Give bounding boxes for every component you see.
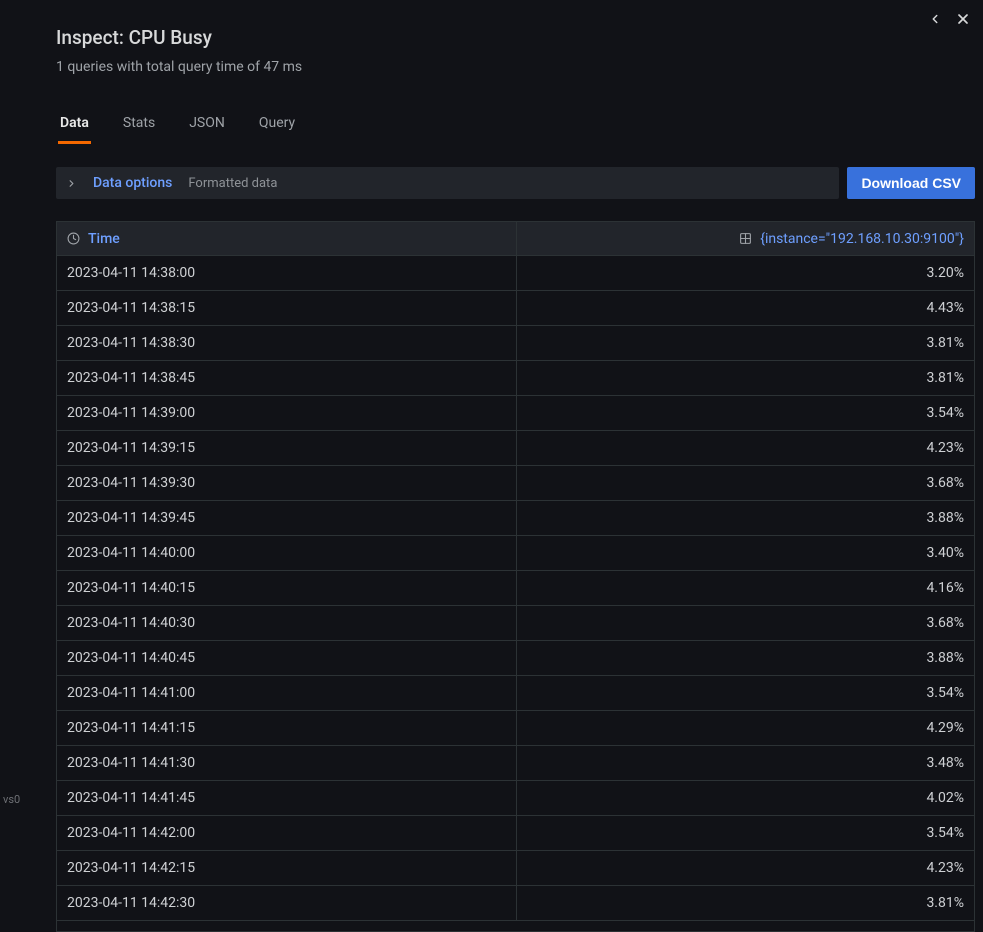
tab-data[interactable]: Data (58, 109, 91, 144)
cell-value: 3.40% (517, 545, 974, 561)
data-options-hint: Formatted data (188, 176, 277, 191)
inspect-drawer: Inspect: CPU Busy 1 queries with total q… (32, 0, 983, 932)
table-body[interactable]: 2023-04-11 14:38:003.20%2023-04-11 14:38… (57, 256, 974, 931)
cell-value: 4.23% (517, 860, 974, 876)
table-row: 2023-04-11 14:39:154.23% (57, 431, 974, 466)
table-row: 2023-04-11 14:38:003.20% (57, 256, 974, 291)
cell-time: 2023-04-11 14:38:00 (57, 256, 517, 290)
table-row: 2023-04-11 14:42:154.23% (57, 851, 974, 886)
cell-value: 3.81% (517, 370, 974, 386)
download-csv-button[interactable]: Download CSV (847, 167, 975, 199)
cell-time: 2023-04-11 14:38:15 (57, 291, 517, 325)
drawer-close-button[interactable] (951, 8, 975, 32)
table-row: 2023-04-11 14:41:303.48% (57, 746, 974, 781)
cell-value: 4.23% (517, 440, 974, 456)
cell-value: 4.02% (517, 790, 974, 806)
tab-query[interactable]: Query (257, 109, 297, 144)
cell-time: 2023-04-11 14:40:30 (57, 606, 517, 640)
drawer-title: Inspect: CPU Busy (56, 26, 302, 49)
table-row: 2023-04-11 14:40:303.68% (57, 606, 974, 641)
cell-time: 2023-04-11 14:42:30 (57, 886, 517, 920)
cell-time: 2023-04-11 14:38:45 (57, 361, 517, 395)
cell-value: 4.43% (517, 300, 974, 316)
column-header-value-label: {instance="192.168.10.30:9100"} (760, 231, 964, 247)
backdrop-label: vs0 (0, 793, 20, 806)
tab-bar: Data Stats JSON Query (56, 109, 975, 145)
chevron-right-icon (66, 178, 77, 189)
cell-time: 2023-04-11 14:41:30 (57, 746, 517, 780)
cell-value: 3.81% (517, 895, 974, 911)
cell-value: 4.16% (517, 580, 974, 596)
column-header-time-label: Time (88, 231, 120, 247)
table-row: 2023-04-11 14:41:154.29% (57, 711, 974, 746)
cell-time: 2023-04-11 14:38:30 (57, 326, 517, 360)
table-row: 2023-04-11 14:41:454.02% (57, 781, 974, 816)
tab-stats[interactable]: Stats (121, 109, 157, 144)
cell-value: 3.54% (517, 405, 974, 421)
cell-value: 3.88% (517, 510, 974, 526)
cell-time: 2023-04-11 14:41:00 (57, 676, 517, 710)
table-row: 2023-04-11 14:40:453.88% (57, 641, 974, 676)
cell-time: 2023-04-11 14:40:15 (57, 571, 517, 605)
grid-icon (739, 232, 752, 245)
table-row: 2023-04-11 14:39:003.54% (57, 396, 974, 431)
cell-time: 2023-04-11 14:42:15 (57, 851, 517, 885)
cell-time: 2023-04-11 14:41:15 (57, 711, 517, 745)
cell-value: 3.68% (517, 615, 974, 631)
table-row: 2023-04-11 14:38:453.81% (57, 361, 974, 396)
data-table: Time {instance="192.168.10.30:9100"} 202… (56, 221, 975, 932)
cell-value: 3.54% (517, 685, 974, 701)
cell-value: 3.20% (517, 265, 974, 281)
data-options-bar[interactable]: Data options Formatted data (56, 167, 839, 199)
table-row: 2023-04-11 14:41:003.54% (57, 676, 974, 711)
table-row: 2023-04-11 14:40:154.16% (57, 571, 974, 606)
column-header-time[interactable]: Time (57, 222, 517, 255)
cell-value: 3.81% (517, 335, 974, 351)
table-row: 2023-04-11 14:38:303.81% (57, 326, 974, 361)
drawer-subtitle: 1 queries with total query time of 47 ms (56, 59, 302, 75)
table-row: 2023-04-11 14:39:303.68% (57, 466, 974, 501)
tab-json[interactable]: JSON (187, 109, 227, 144)
chevron-left-icon (928, 12, 942, 29)
table-row: 2023-04-11 14:40:003.40% (57, 536, 974, 571)
cell-value: 3.88% (517, 650, 974, 666)
data-options-label[interactable]: Data options (93, 175, 172, 191)
cell-time: 2023-04-11 14:42:00 (57, 816, 517, 850)
cell-time: 2023-04-11 14:39:45 (57, 501, 517, 535)
cell-time: 2023-04-11 14:40:00 (57, 536, 517, 570)
cell-time: 2023-04-11 14:39:15 (57, 431, 517, 465)
cell-time: 2023-04-11 14:39:30 (57, 466, 517, 500)
column-header-value[interactable]: {instance="192.168.10.30:9100"} (517, 222, 974, 255)
cell-time: 2023-04-11 14:39:00 (57, 396, 517, 430)
table-row: 2023-04-11 14:42:003.54% (57, 816, 974, 851)
clock-icon (67, 232, 80, 245)
table-row: 2023-04-11 14:38:154.43% (57, 291, 974, 326)
cell-value: 3.68% (517, 475, 974, 491)
cell-value: 3.54% (517, 825, 974, 841)
drawer-prev-button[interactable] (923, 8, 947, 32)
cell-time: 2023-04-11 14:40:45 (57, 641, 517, 675)
table-row: 2023-04-11 14:42:303.81% (57, 886, 974, 921)
cell-value: 3.48% (517, 755, 974, 771)
close-icon (955, 11, 971, 30)
cell-value: 4.29% (517, 720, 974, 736)
table-row: 2023-04-11 14:39:453.88% (57, 501, 974, 536)
cell-time: 2023-04-11 14:41:45 (57, 781, 517, 815)
